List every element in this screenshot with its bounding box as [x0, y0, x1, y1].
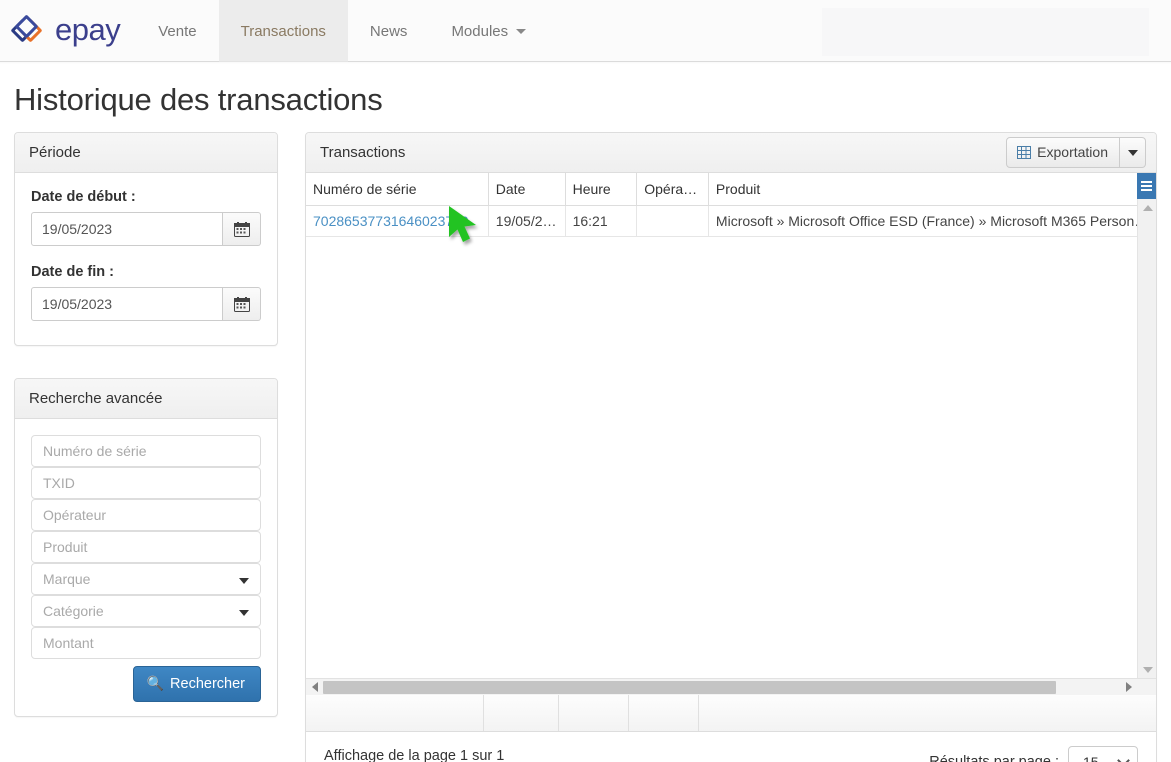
chevron-down-icon — [239, 578, 249, 584]
nav-item-modules[interactable]: Modules — [429, 0, 548, 62]
nav-item-modules-label: Modules — [451, 22, 509, 40]
grid-horizontal-scrollbar[interactable] — [306, 678, 1156, 695]
start-date-calendar-button[interactable] — [223, 212, 261, 246]
search-txid-input[interactable] — [31, 467, 261, 499]
transactions-table: Numéro de série Date Heure Opérate... Pr… — [306, 173, 1156, 237]
grid-footer-row — [306, 695, 1156, 732]
pagination-area: Affichage de la page 1 sur 1 « ‹ › » Rés… — [306, 732, 1156, 762]
nav-item-transactions-label: Transactions — [240, 22, 326, 40]
column-header-produit[interactable]: Produit — [708, 173, 1156, 206]
search-amount-input[interactable] — [31, 627, 261, 659]
end-date-group — [31, 287, 261, 321]
nav-items: Vente Transactions News Modules — [136, 0, 548, 62]
search-brand-select[interactable]: Marque — [31, 563, 261, 595]
periode-panel-header: Période — [15, 133, 277, 173]
scroll-left-arrow-icon[interactable] — [306, 679, 323, 696]
search-operator-input[interactable] — [31, 499, 261, 531]
table-grid-icon — [1017, 145, 1032, 159]
serial-number-link[interactable]: 70286537731646023719 — [313, 213, 469, 229]
results-per-page-label: Résultats par page : — [929, 754, 1059, 762]
transactions-grid: Numéro de série Date Heure Opérate... Pr… — [306, 173, 1156, 678]
column-chooser-icon[interactable] — [1137, 173, 1156, 199]
search-category-value: Catégorie — [43, 603, 104, 619]
advanced-search-panel: Recherche avancée Numéro de série TXID O… — [14, 378, 278, 717]
results-per-page-value: 15 — [1083, 754, 1099, 762]
page-title: Historique des transactions — [14, 82, 383, 117]
nav-item-news-label: News — [369, 22, 408, 40]
results-per-page-select[interactable]: 15 — [1068, 746, 1138, 762]
cell-serial: 70286537731646023719 — [306, 205, 489, 237]
field-row-txid — [31, 467, 261, 499]
epay-diamond-logo-icon — [10, 14, 48, 46]
chevron-down-icon — [1117, 753, 1130, 762]
search-category-select[interactable]: Catégorie — [31, 595, 261, 627]
left-sidebar: Période Date de début : 19/05/2023 Date … — [14, 132, 278, 762]
export-button-group: Exportation — [1006, 137, 1146, 168]
end-date-input[interactable] — [31, 287, 223, 321]
search-button-label: Rechercher — [170, 675, 245, 692]
advanced-search-header: Recherche avancée — [15, 379, 277, 419]
transactions-panel-header: Transactions Exportation — [306, 133, 1156, 173]
brand-logo[interactable]: epay — [0, 0, 136, 62]
search-serial-input[interactable] — [31, 435, 261, 467]
scroll-up-arrow-icon[interactable] — [1138, 199, 1156, 216]
field-row-brand: Marque — [31, 563, 261, 595]
table-header-row: Numéro de série Date Heure Opérate... Pr… — [306, 173, 1156, 206]
search-product-input[interactable] — [31, 531, 261, 563]
nav-item-vente[interactable]: Vente — [136, 0, 218, 62]
calendar-icon — [233, 222, 250, 237]
export-button-label: Exportation — [1037, 144, 1108, 160]
start-date-group — [31, 212, 261, 246]
content-area: Période Date de début : 19/05/2023 Date … — [0, 132, 1171, 762]
periode-panel: Période Date de début : 19/05/2023 Date … — [14, 132, 278, 346]
start-date-label: Date de début : — [31, 189, 136, 205]
field-row-operator — [31, 499, 261, 531]
cell-operateur — [636, 205, 709, 237]
periode-panel-body: Date de début : 19/05/2023 Date de fin:… — [15, 173, 277, 345]
advanced-search-body: Marque Catégorie 🔍 — [15, 419, 277, 716]
chevron-down-icon — [239, 610, 249, 616]
nav-item-transactions[interactable]: Transactions — [218, 0, 348, 62]
periode-panel-title: Période — [29, 144, 81, 161]
column-header-heure[interactable]: Heure — [565, 173, 638, 206]
cell-date: 19/05/2023 — [488, 205, 566, 237]
table-row[interactable]: 70286537731646023719 19/05/2023 16:21 Mi… — [306, 205, 1156, 237]
end-date-calendar-button[interactable] — [223, 287, 261, 321]
column-header-serial[interactable]: Numéro de série — [306, 173, 489, 206]
chevron-down-icon — [516, 28, 527, 34]
field-row-serial — [31, 435, 261, 467]
navbar-right-region — [822, 8, 1149, 56]
transactions-panel-title: Transactions — [320, 144, 406, 161]
nav-item-vente-label: Vente — [158, 22, 197, 40]
scroll-right-arrow-icon[interactable] — [1120, 679, 1137, 696]
search-brand-value: Marque — [43, 571, 91, 587]
horizontal-scroll-thumb[interactable] — [323, 680, 1056, 694]
results-per-page-group: Résultats par page : 15 — [929, 746, 1138, 762]
end-date-label: Date de fin : — [31, 264, 114, 280]
chevron-down-icon — [1127, 149, 1138, 156]
export-dropdown-toggle[interactable] — [1120, 137, 1146, 168]
field-row-amount — [31, 627, 261, 659]
export-button[interactable]: Exportation — [1006, 137, 1120, 168]
column-header-date[interactable]: Date — [488, 173, 566, 206]
magnifier-icon: 🔍 — [146, 675, 165, 691]
nav-item-news[interactable]: News — [348, 0, 430, 62]
field-row-category: Catégorie — [31, 595, 261, 627]
cell-produit: Microsoft » Microsoft Office ESD (France… — [708, 205, 1156, 237]
cell-heure: 16:21 — [565, 205, 638, 237]
top-navbar: epay Vente Transactions News Modules — [0, 0, 1171, 64]
advanced-search-fields: Marque Catégorie — [31, 435, 261, 659]
brand-name: epay — [55, 11, 121, 47]
search-button[interactable]: 🔍 Rechercher — [132, 666, 261, 702]
column-header-operateur[interactable]: Opérate... — [636, 173, 709, 206]
advanced-search-title: Recherche avancée — [29, 390, 163, 407]
field-row-product — [31, 531, 261, 563]
main-content: Transactions Exportation Numéro de série… — [305, 132, 1157, 762]
grid-vertical-scrollbar[interactable] — [1137, 199, 1156, 678]
start-date-input[interactable] — [31, 212, 223, 246]
calendar-icon — [233, 297, 250, 312]
transactions-panel: Transactions Exportation Numéro de série… — [305, 132, 1157, 762]
scroll-down-arrow-icon[interactable] — [1138, 661, 1156, 678]
